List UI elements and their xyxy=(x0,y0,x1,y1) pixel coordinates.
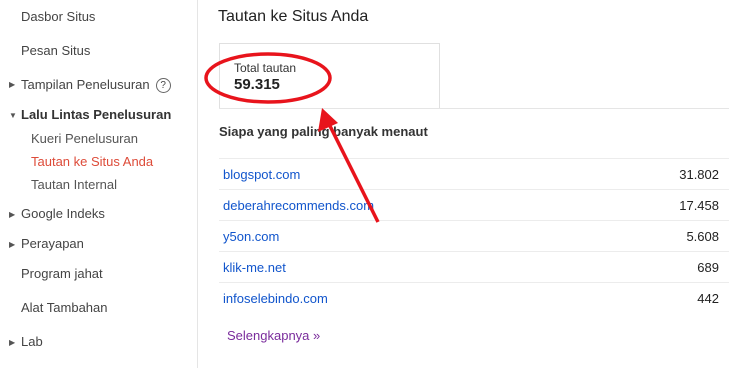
annotation-ellipse xyxy=(204,52,332,104)
annotation-arrow-head xyxy=(318,108,338,132)
annotation-overlay xyxy=(204,52,380,223)
annotation-arrow-shaft xyxy=(326,121,380,223)
